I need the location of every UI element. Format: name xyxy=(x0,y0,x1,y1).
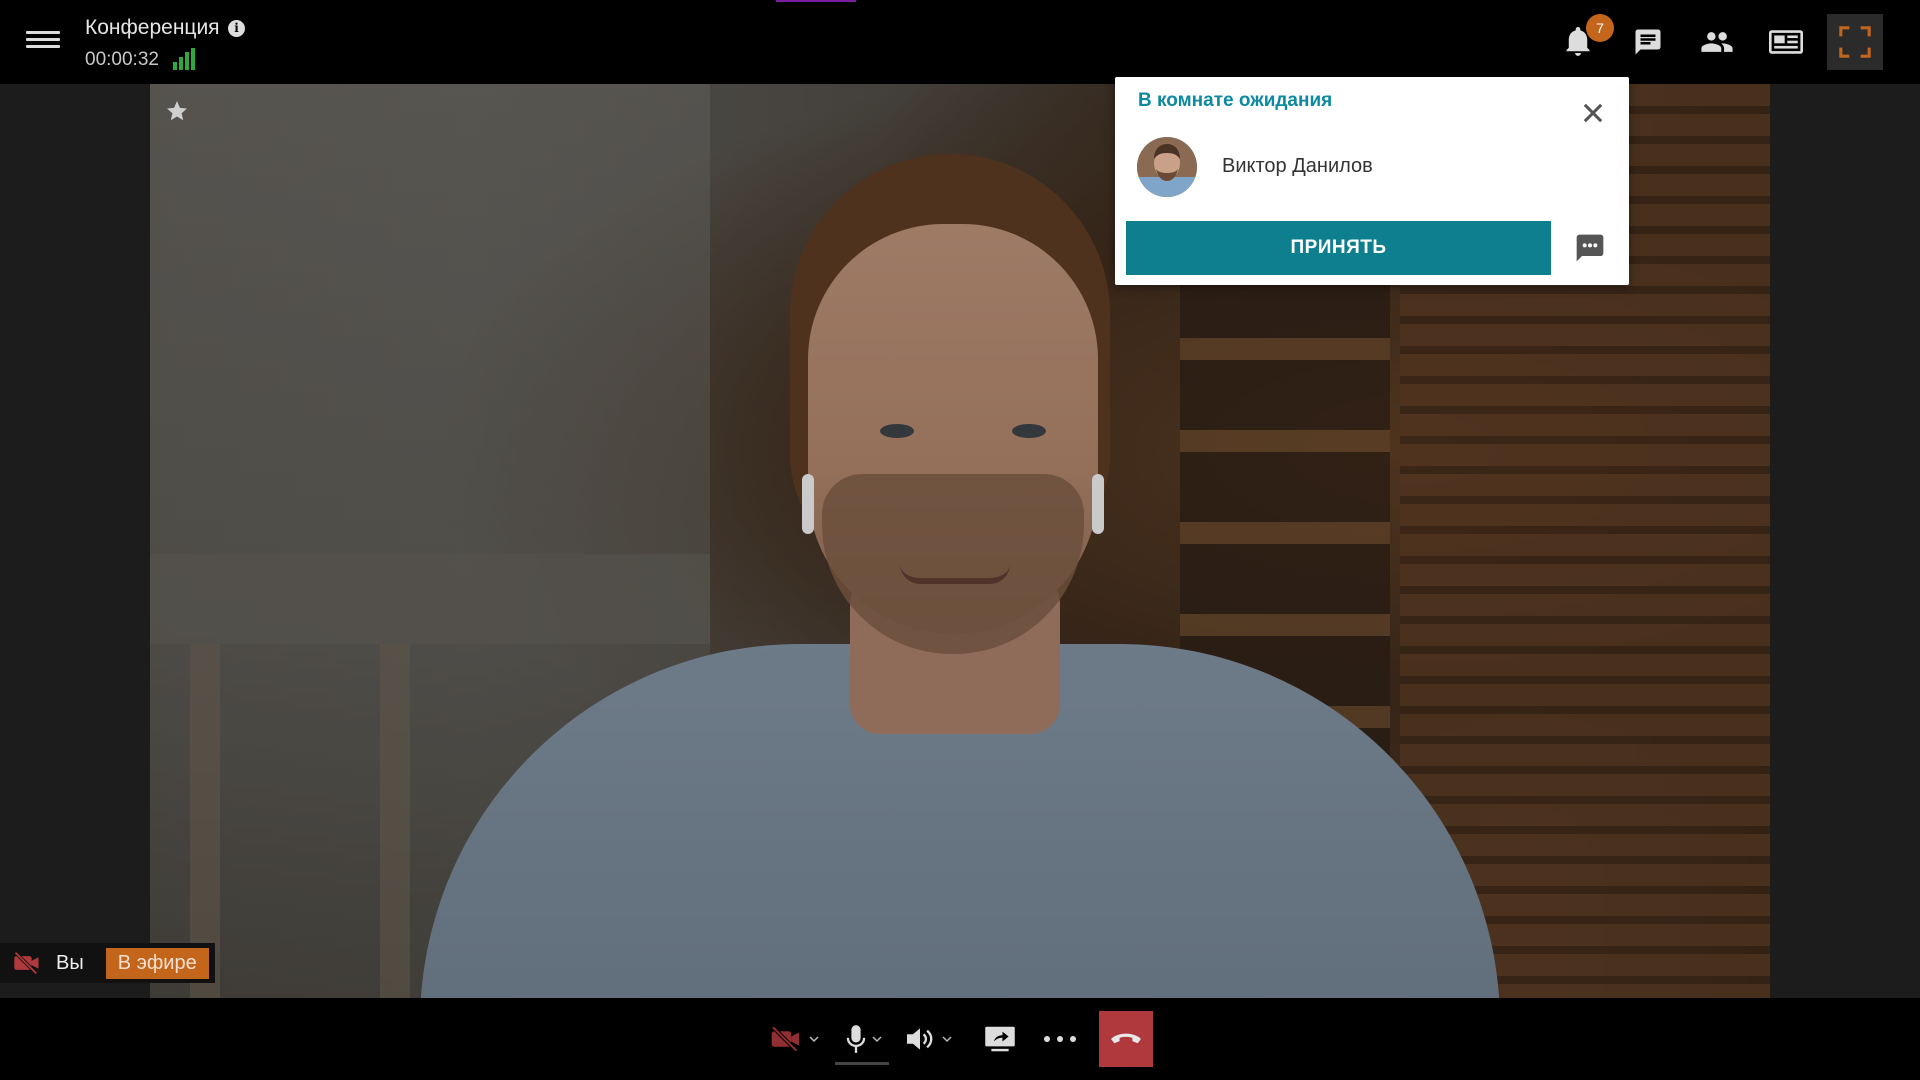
top-bar: Конференция i 00:00:32 7 xyxy=(0,0,1920,84)
waiting-room-title: В комнате ожидания xyxy=(1138,90,1333,111)
avatar xyxy=(1137,137,1197,197)
layout-button[interactable] xyxy=(1758,14,1814,70)
call-timer: 00:00:32 xyxy=(85,49,159,70)
chat-button[interactable] xyxy=(1620,14,1676,70)
self-view-tag: Вы В эфире xyxy=(0,943,215,983)
speaker-icon xyxy=(907,1028,933,1050)
star-icon[interactable] xyxy=(165,99,189,123)
chat-icon xyxy=(1635,29,1661,55)
hangup-button[interactable] xyxy=(1099,1011,1153,1067)
phone-hangup-icon xyxy=(1111,1033,1141,1044)
participants-button[interactable] xyxy=(1689,14,1745,70)
screen-share-button[interactable] xyxy=(975,1012,1025,1066)
camera-toggle-button[interactable] xyxy=(766,1012,822,1066)
fullscreen-icon xyxy=(1839,26,1871,58)
fullscreen-button[interactable] xyxy=(1827,14,1883,70)
microphone-icon xyxy=(846,1025,866,1053)
more-icon xyxy=(1044,1036,1076,1042)
waiting-participant-name: Виктор Данилов xyxy=(1222,155,1373,177)
conference-title: Конференция xyxy=(85,16,220,39)
notification-count-badge: 7 xyxy=(1586,14,1614,42)
chevron-down-icon[interactable] xyxy=(872,1035,882,1043)
chevron-down-icon[interactable] xyxy=(942,1035,952,1043)
info-icon[interactable]: i xyxy=(228,20,245,37)
notifications-button[interactable]: 7 xyxy=(1550,14,1614,70)
more-options-button[interactable] xyxy=(1036,1012,1084,1066)
video-stage: Вы В эфире xyxy=(0,84,1920,998)
microphone-button[interactable] xyxy=(838,1012,890,1066)
presentation-layout-icon xyxy=(1769,30,1803,54)
mic-level-indicator xyxy=(835,1062,889,1065)
camera-off-icon xyxy=(14,951,39,975)
accept-button[interactable]: ПРИНЯТЬ xyxy=(1126,221,1551,275)
close-icon[interactable] xyxy=(1579,99,1607,127)
message-icon[interactable] xyxy=(1573,232,1607,264)
live-status-badge: В эфире xyxy=(105,947,209,979)
top-accent-line xyxy=(776,0,856,2)
chevron-down-icon[interactable] xyxy=(809,1035,819,1043)
camera-off-icon xyxy=(771,1026,799,1052)
self-label: Вы xyxy=(56,951,84,974)
bottom-toolbar xyxy=(0,998,1920,1080)
people-icon xyxy=(1701,32,1733,52)
waiting-room-popup: В комнате ожидания Виктор Данилов ПРИНЯТ… xyxy=(1115,77,1629,285)
screen-share-icon xyxy=(985,1026,1015,1052)
speaker-button[interactable] xyxy=(900,1012,956,1066)
hamburger-menu-icon[interactable] xyxy=(24,27,62,57)
signal-strength-icon xyxy=(173,48,197,70)
